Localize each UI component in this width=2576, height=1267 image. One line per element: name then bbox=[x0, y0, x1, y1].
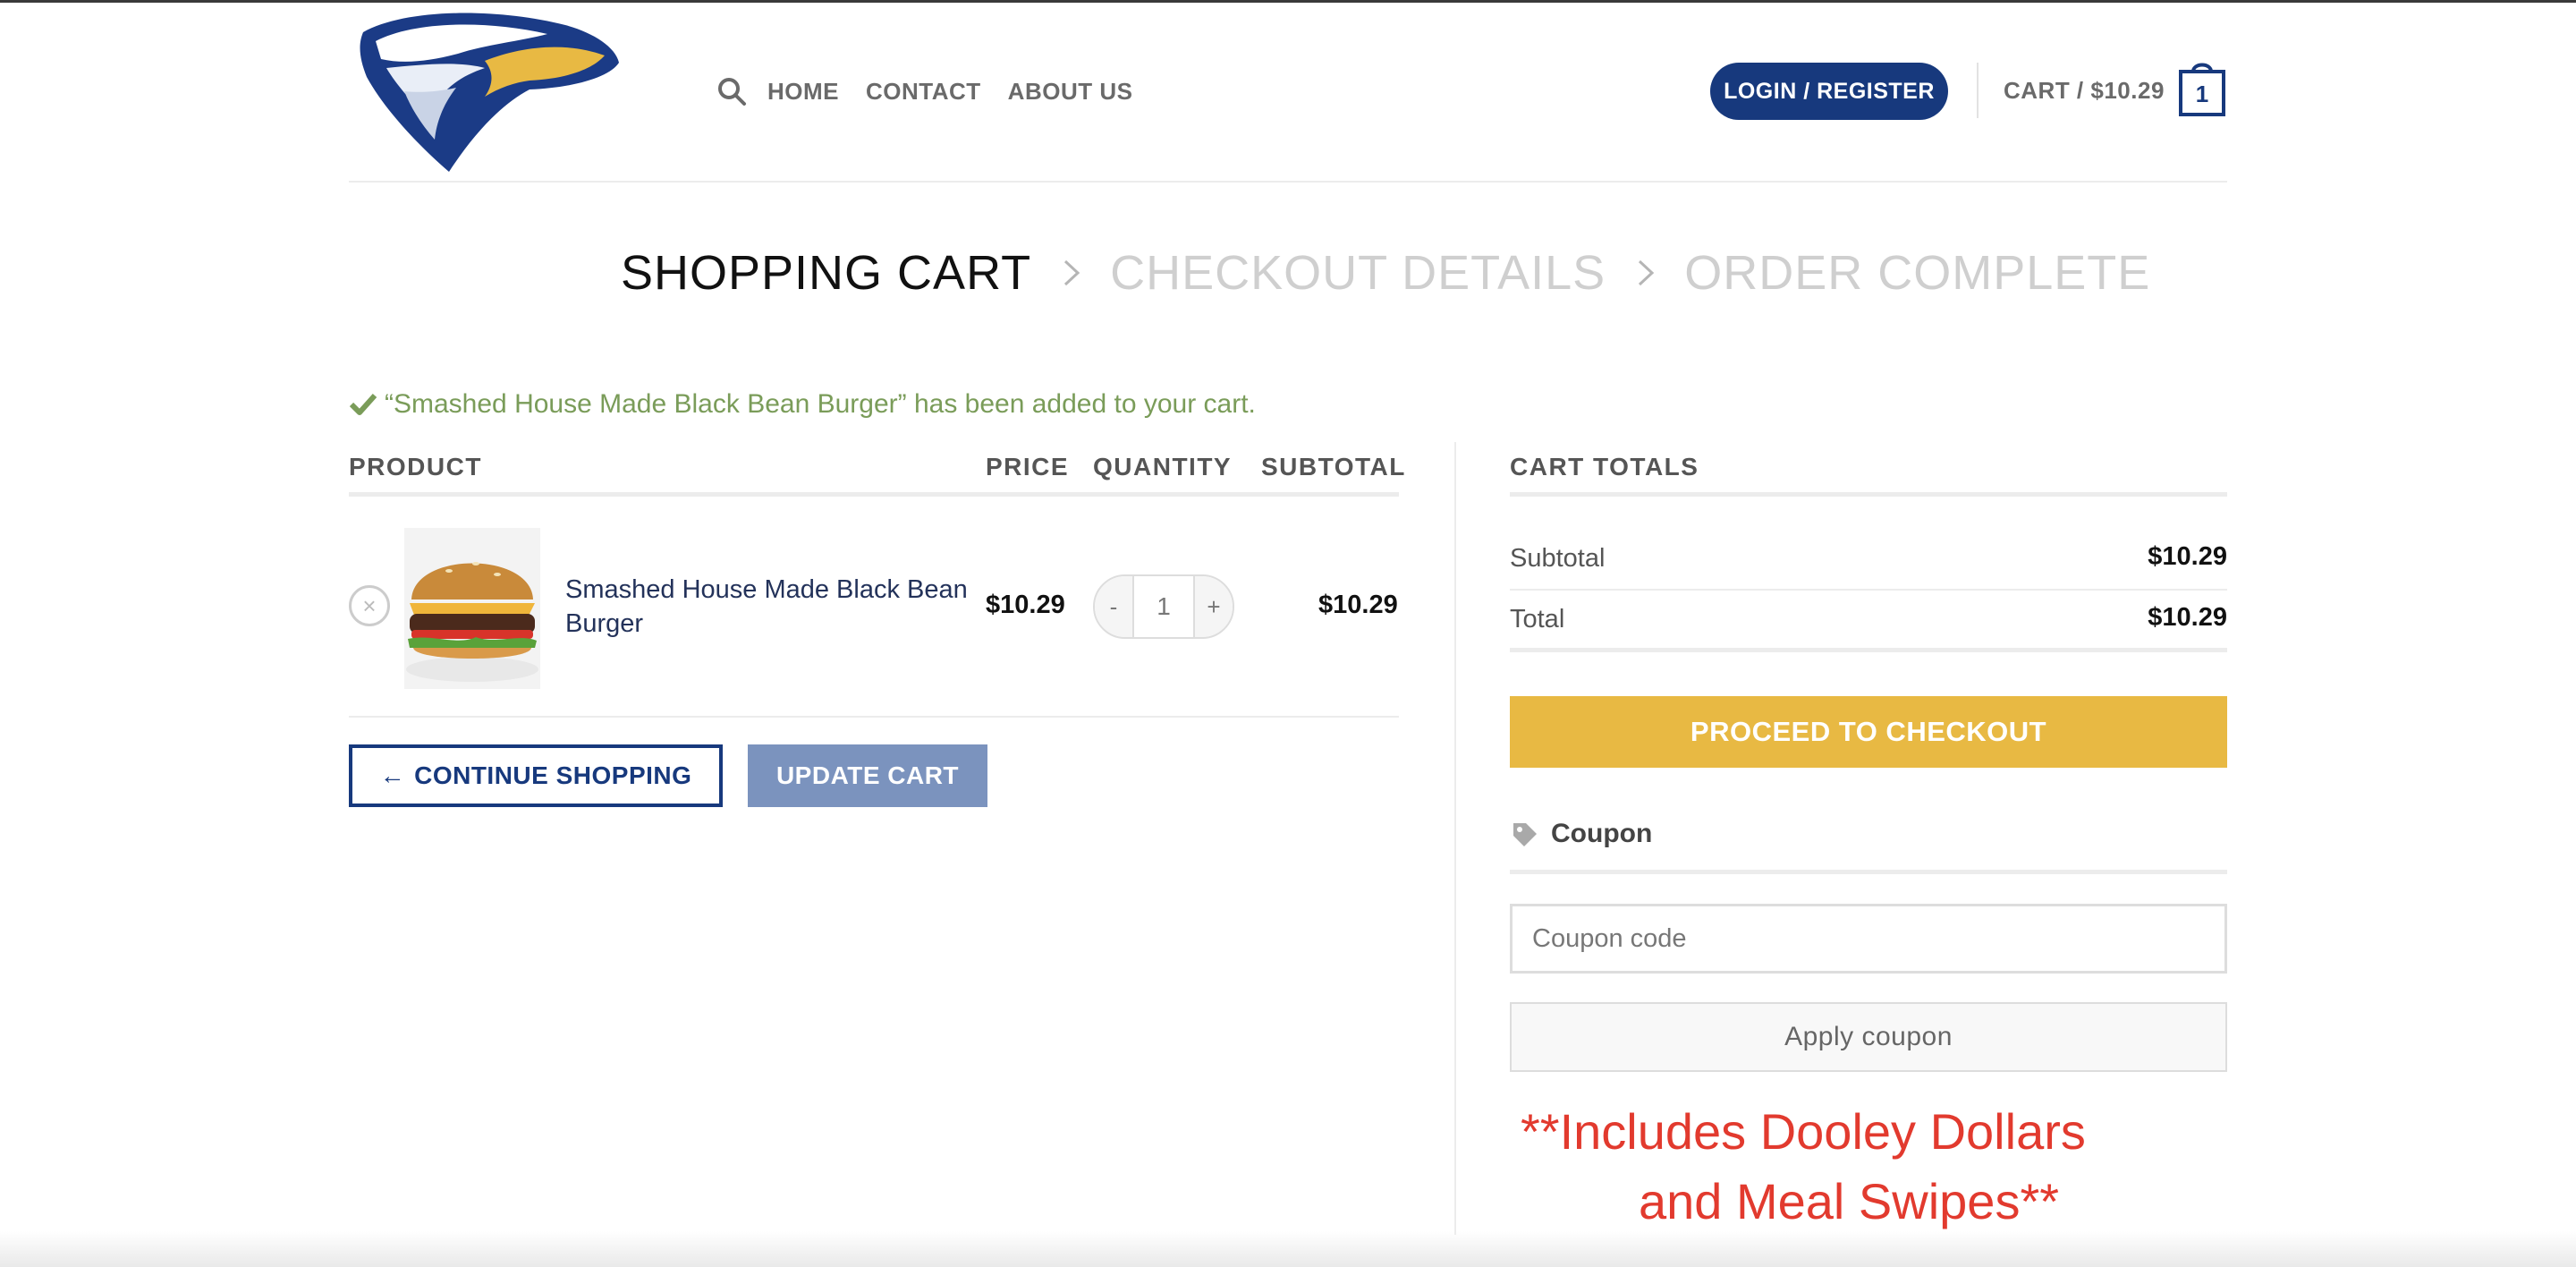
subtotal-label: Subtotal bbox=[1510, 544, 1606, 573]
column-divider bbox=[1454, 442, 1456, 1235]
table-header-divider bbox=[349, 492, 1399, 497]
promo-note: **Includes Dooley Dollars and Meal Swipe… bbox=[1521, 1097, 2200, 1237]
arrow-left-icon: ← bbox=[379, 761, 406, 789]
subtotal-value: $10.29 bbox=[2148, 542, 2227, 571]
column-header-product: PRODUCT bbox=[349, 453, 482, 480]
step-order-complete: ORDER COMPLETE bbox=[1684, 246, 2151, 300]
quantity-decrease-button[interactable]: - bbox=[1095, 576, 1132, 637]
product-name-link[interactable]: Smashed House Made Black Bean Burger bbox=[565, 573, 986, 641]
continue-shopping-label: CONTINUE SHOPPING bbox=[414, 761, 692, 789]
apply-coupon-button[interactable]: Apply coupon bbox=[1510, 1002, 2227, 1072]
totals-row-divider bbox=[1510, 589, 2227, 591]
total-value: $10.29 bbox=[2148, 603, 2227, 632]
promo-line-1: **Includes Dooley Dollars bbox=[1521, 1103, 2086, 1160]
tag-icon bbox=[1513, 823, 1537, 846]
notice-text: “Smashed House Made Black Bean Burger” h… bbox=[385, 389, 1256, 419]
login-register-button[interactable]: LOGIN / REGISTER bbox=[1710, 63, 1948, 120]
step-checkout-details[interactable]: CHECKOUT DETAILS bbox=[1110, 245, 1606, 301]
coupon-heading: Coupon bbox=[1510, 814, 1652, 854]
cart-link[interactable]: CART / $10.29 bbox=[2004, 77, 2165, 105]
quantity-increase-button[interactable]: + bbox=[1195, 576, 1233, 637]
cart-totals-heading: CART TOTALS bbox=[1510, 453, 1699, 480]
quantity-stepper[interactable]: - 1 + bbox=[1093, 574, 1234, 639]
chevron-right-icon bbox=[1064, 259, 1080, 286]
remove-item-button[interactable]: × bbox=[349, 585, 390, 626]
checkmark-icon bbox=[349, 393, 377, 415]
header-divider-line bbox=[349, 181, 2227, 183]
proceed-to-checkout-button[interactable]: PROCEED TO CHECKOUT bbox=[1510, 696, 2227, 768]
total-label: Total bbox=[1510, 605, 1565, 634]
search-icon[interactable] bbox=[716, 75, 748, 107]
step-shopping-cart[interactable]: SHOPPING CART bbox=[621, 245, 1031, 301]
coupon-heading-label: Coupon bbox=[1551, 819, 1653, 848]
promo-line-2: and Meal Swipes** bbox=[1639, 1173, 2060, 1229]
checkout-steps: SHOPPING CART CHECKOUT DETAILS ORDER COM… bbox=[621, 242, 2150, 304]
quantity-input[interactable]: 1 bbox=[1132, 576, 1195, 637]
product-subtotal: $10.29 bbox=[1318, 591, 1398, 619]
coupon-divider bbox=[1510, 870, 2227, 874]
header-divider bbox=[1977, 63, 1979, 118]
nav-contact-link[interactable]: CONTACT bbox=[866, 78, 981, 106]
added-to-cart-notice: “Smashed House Made Black Bean Burger” h… bbox=[349, 387, 1256, 422]
column-header-price: PRICE bbox=[986, 453, 1070, 480]
table-row-divider bbox=[349, 716, 1399, 718]
window-bottom-shadow bbox=[0, 1231, 2576, 1267]
main-nav: HOME CONTACT ABOUT US bbox=[716, 72, 1159, 111]
eagle-logo-icon[interactable] bbox=[351, 5, 623, 175]
totals-bottom-divider bbox=[1510, 648, 2227, 652]
nav-home-link[interactable]: HOME bbox=[767, 78, 839, 106]
continue-shopping-button[interactable]: ← CONTINUE SHOPPING bbox=[349, 744, 723, 807]
update-cart-button[interactable]: UPDATE CART bbox=[748, 744, 987, 807]
totals-header-divider bbox=[1510, 492, 2227, 497]
window-top-border bbox=[0, 0, 2576, 3]
coupon-code-input[interactable] bbox=[1510, 904, 2227, 974]
cart-count-badge: 1 bbox=[2195, 80, 2209, 107]
column-header-quantity: QUANTITY bbox=[1093, 453, 1233, 480]
product-price: $10.29 bbox=[986, 591, 1065, 619]
product-image[interactable] bbox=[404, 528, 540, 689]
chevron-right-icon bbox=[1639, 259, 1655, 286]
nav-about-link[interactable]: ABOUT US bbox=[1008, 78, 1133, 106]
column-header-subtotal: SUBTOTAL bbox=[1261, 453, 1406, 480]
